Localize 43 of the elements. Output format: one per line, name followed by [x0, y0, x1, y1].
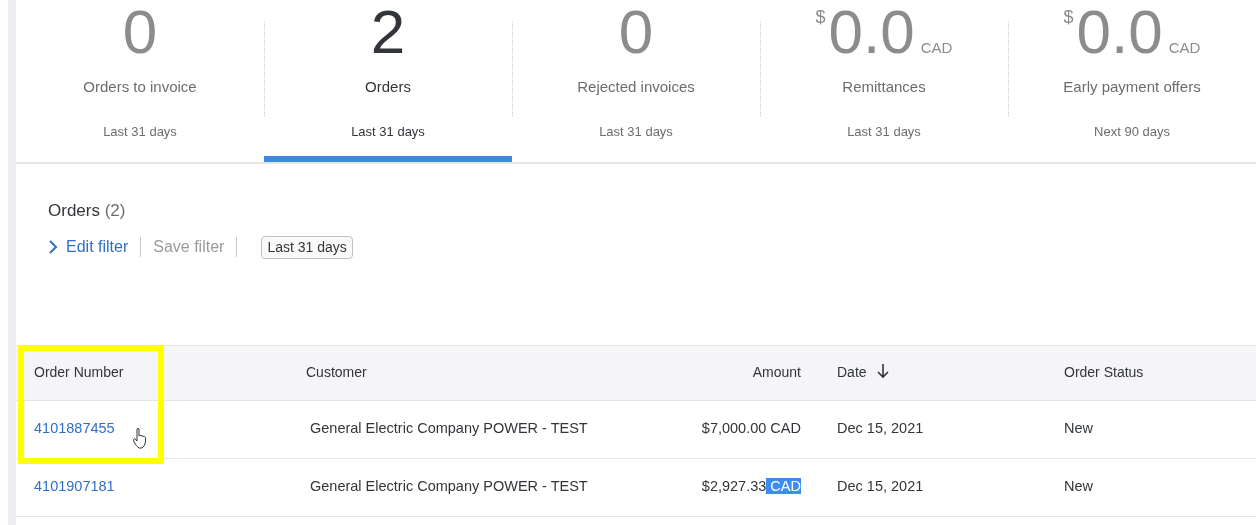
column-header[interactable]: Amount: [668, 345, 819, 400]
column-header[interactable]: Date: [819, 345, 1046, 400]
period-label: Last 31 days: [599, 122, 673, 141]
period-label: Last 31 days: [351, 122, 425, 141]
customer-cell: General Electric Company POWER - TEST: [288, 458, 668, 516]
kpi-label: Orders to invoice: [83, 77, 197, 97]
chevron-icon: [48, 239, 58, 255]
kpi-value: 0.0: [1076, 0, 1163, 68]
period-label: Last 31 days: [103, 122, 177, 141]
kpi-label: Remittances: [842, 77, 926, 97]
kpi-tile[interactable]: $0.0 CAD Remittances Last 31 days: [760, 0, 1008, 162]
column-header[interactable]: Customer: [288, 345, 668, 400]
date-cell: Dec 15, 2021: [819, 400, 1046, 458]
period-label: Next 90 days: [1094, 122, 1170, 141]
kpi-value: 0.0: [828, 0, 915, 68]
order-number-link[interactable]: 4101887455: [34, 420, 115, 437]
kpi-tile[interactable]: 0 Rejected invoices Last 31 days: [512, 0, 760, 162]
currency-code: CAD: [920, 37, 953, 58]
kpi-tile[interactable]: 2 Orders Last 31 days: [264, 0, 512, 162]
filter-chip: Last 31 days: [261, 235, 353, 259]
amount-cell: $7,000.00 CAD: [668, 400, 819, 458]
edit-filter-link[interactable]: Edit filter: [48, 235, 129, 259]
kpi-label: Rejected invoices: [577, 77, 695, 97]
column-header[interactable]: Order Number: [16, 345, 288, 400]
currency-code: CAD: [1168, 37, 1201, 58]
currency-symbol: $: [1063, 6, 1074, 29]
status-cell: New: [1046, 458, 1256, 516]
currency-symbol: $: [815, 6, 826, 29]
kpi-tile[interactable]: $0.0 CAD Early payment offers Next 90 days: [1008, 0, 1256, 162]
period-label: Last 31 days: [847, 122, 921, 141]
section-title: Orders (2): [48, 199, 126, 222]
column-header[interactable]: Order Status: [1046, 345, 1256, 400]
customer-cell: General Electric Company POWER - TEST: [288, 400, 668, 458]
kpi-value: 0: [122, 0, 158, 68]
kpi-label: Orders: [365, 77, 411, 97]
kpi-value: 2: [370, 0, 406, 68]
amount-cell: $2,927.33 CAD: [668, 458, 819, 516]
order-number-link[interactable]: 4101907181: [34, 478, 115, 495]
status-cell: New: [1046, 400, 1256, 458]
kpi-label: Early payment offers: [1063, 77, 1201, 97]
kpi-value: 0: [618, 0, 654, 68]
kpi-tile[interactable]: 0 Orders to invoice Last 31 days: [16, 0, 264, 162]
date-cell: Dec 15, 2021: [819, 458, 1046, 516]
